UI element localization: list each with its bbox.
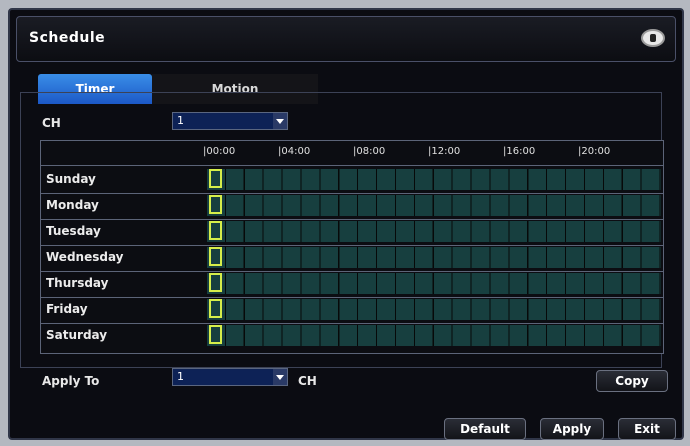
day-row-wednesday: Wednesday (41, 245, 663, 272)
schedule-cells[interactable] (207, 299, 661, 320)
selection-cursor (209, 169, 222, 188)
chevron-down-icon[interactable] (273, 369, 287, 385)
time-label: |08:00 (353, 146, 386, 157)
day-label: Wednesday (46, 250, 124, 264)
day-label: Thursday (46, 276, 109, 290)
selection-cursor (209, 273, 222, 292)
apply-to-select-value: 1 (177, 370, 184, 383)
time-label: |20:00 (578, 146, 611, 157)
schedule-cells[interactable] (207, 325, 661, 346)
close-icon[interactable] (641, 29, 665, 47)
day-row-sunday: Sunday (41, 167, 663, 194)
schedule-cells[interactable] (207, 221, 661, 242)
time-label: |00:00 (203, 146, 236, 157)
day-label: Monday (46, 198, 99, 212)
apply-button[interactable]: Apply (540, 418, 604, 440)
day-label: Sunday (46, 172, 96, 186)
chevron-down-icon[interactable] (273, 113, 287, 129)
day-label: Friday (46, 302, 88, 316)
schedule-cells[interactable] (207, 195, 661, 216)
window-title: Schedule (29, 30, 106, 46)
apply-to-select[interactable]: 1 (172, 368, 288, 386)
selection-cursor (209, 325, 222, 344)
time-header: |00:00 |04:00 |08:00 |12:00 |16:00 |20:0… (41, 141, 663, 166)
default-button[interactable]: Default (444, 418, 526, 440)
day-row-monday: Monday (41, 193, 663, 220)
day-label: Tuesday (46, 224, 101, 238)
selection-cursor (209, 299, 222, 318)
selection-cursor (209, 195, 222, 214)
time-label: |04:00 (278, 146, 311, 157)
schedule-cells[interactable] (207, 273, 661, 294)
day-label: Saturday (46, 328, 108, 342)
schedule-cells[interactable] (207, 169, 661, 190)
title-bar: Schedule (16, 16, 676, 62)
channel-select[interactable]: 1 (172, 112, 288, 130)
exit-button[interactable]: Exit (618, 418, 676, 440)
time-label: |12:00 (428, 146, 461, 157)
apply-to-unit-label: CH (298, 374, 317, 388)
channel-select-value: 1 (177, 114, 184, 127)
time-label: |16:00 (503, 146, 536, 157)
copy-button[interactable]: Copy (596, 370, 668, 392)
day-row-thursday: Thursday (41, 271, 663, 298)
schedule-grid: |00:00 |04:00 |08:00 |12:00 |16:00 |20:0… (40, 140, 664, 354)
apply-to-label: Apply To (42, 374, 100, 388)
selection-cursor (209, 247, 222, 266)
day-row-friday: Friday (41, 297, 663, 324)
selection-cursor (209, 221, 222, 240)
channel-label: CH (42, 116, 61, 130)
schedule-cells[interactable] (207, 247, 661, 268)
day-row-saturday: Saturday (41, 323, 663, 349)
day-row-tuesday: Tuesday (41, 219, 663, 246)
